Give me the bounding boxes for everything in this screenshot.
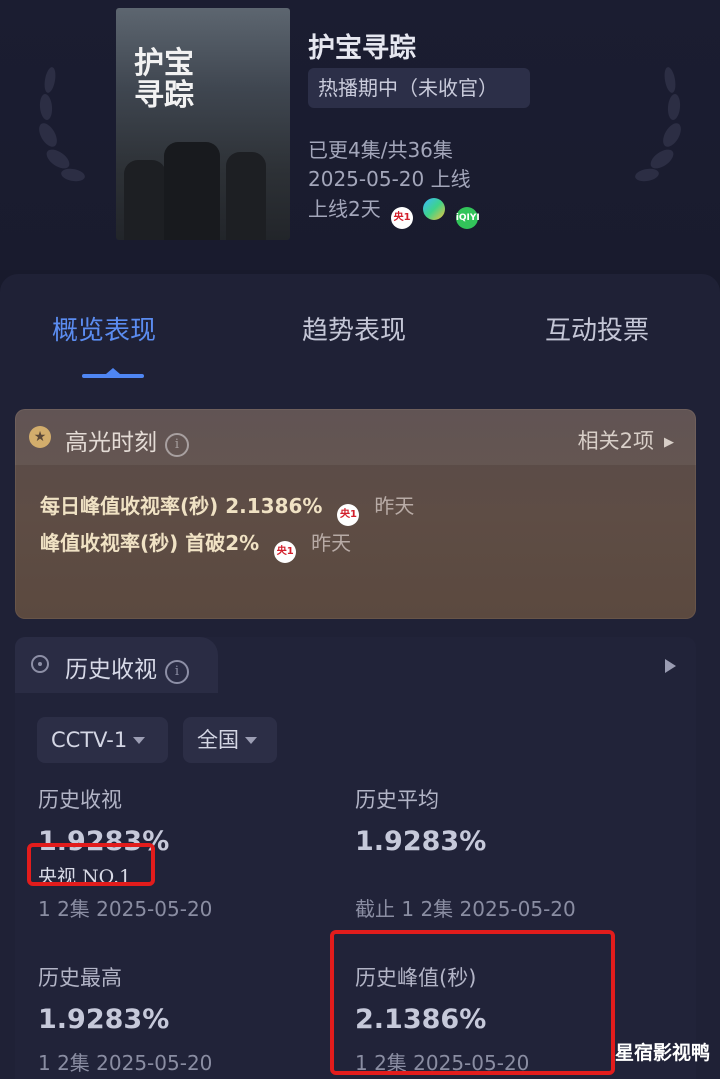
stat-label: 历史平均 [355,788,439,812]
cctv1-icon: 央1 [337,504,360,526]
episode-count: 已更4集/共36集 [308,138,453,162]
stat-highest: 历史最高 1.9283% 1 2集 2025-05-20 [38,962,212,1076]
channel-select-value: CCTV-1 [51,728,128,752]
related-label: 相关2项 [577,429,654,453]
laurel-right-icon [635,67,681,182]
info-icon[interactable]: i [165,433,189,457]
highlight-item[interactable]: 峰值收视率(秒) 首破2% 央1 昨天 [40,527,351,563]
stat-label: 历史收视 [38,788,122,812]
film-reel-icon [31,655,49,673]
tab-active-indicator [82,374,144,378]
history-title-text: 历史收视 [65,657,157,683]
stat-average: 历史平均 1.9283% [355,784,486,857]
online-duration: 上线2天 央1 iQIYI [308,193,480,229]
cctv1-icon: 央1 [274,541,297,563]
stat-sub: 截止 1 2集 2025-05-20 [355,897,576,921]
highlight-item-time: 昨天 [311,531,352,555]
info-icon[interactable]: i [165,660,189,684]
laurel-left-icon [39,67,85,182]
related-link[interactable]: 相关2项 ▶ [578,425,674,455]
stat-sub: 1 2集 2025-05-20 [38,1051,213,1075]
annotation-box-peak [330,930,615,1075]
highlight-item-value: 首破2% [185,531,260,555]
tab-vote[interactable]: 互动投票 [545,310,649,347]
stat-value: 1.9283% [355,826,487,857]
show-title: 护宝寻踪 [308,33,416,64]
iqiyi-icon[interactable]: iQIYI [455,207,480,229]
highlight-item-time: 昨天 [374,494,415,518]
annotation-box-rank [27,843,155,886]
highlight-header[interactable]: ★ 高光时刻 i 相关2项 ▶ [15,409,696,465]
highlight-item[interactable]: 每日峰值收视率(秒) 2.1386% 央1 昨天 [40,490,414,526]
highlight-title-text: 高光时刻 [65,430,157,456]
tab-trend[interactable]: 趋势表现 [302,310,406,347]
watermark: 星宿影视鸭 [614,1042,710,1064]
online-days: 上线2天 [308,197,381,221]
stat-value: 1.9283% [38,1004,170,1035]
tab-overview[interactable]: 概览表现 [52,310,156,347]
stat-average-sub: 截止 1 2集 2025-05-20 [355,893,576,922]
chevron-down-icon [245,737,257,744]
chevron-down-icon [133,737,146,744]
status-badge: 热播期中（未收官） [308,68,530,108]
show-poster[interactable]: 护宝寻踪 [116,8,290,240]
poster-figure [124,160,166,240]
poster-figure [164,142,220,240]
channel-select[interactable]: CCTV-1 [37,717,168,763]
highlight-item-label: 每日峰值收视率(秒) [40,494,219,518]
history-header[interactable]: 历史收视 i [15,637,218,693]
history-title: 历史收视 i [65,650,189,684]
poster-figure [226,152,266,240]
release-date: 2025-05-20 上线 [308,167,471,191]
cctv1-icon[interactable]: 央1 [391,207,414,229]
highlight-title: 高光时刻 i [65,423,189,457]
highlight-item-value: 2.1386% [225,494,323,518]
highlight-card: ★ 高光时刻 i 相关2项 ▶ 每日峰值收视率(秒) 2.1386% 央1 昨天 峰… [15,409,696,619]
play-arrow-icon: ▶ [664,435,674,450]
expand-arrow-icon[interactable] [665,659,676,673]
region-select-value: 全国 [197,728,239,752]
stat-sub: 1 2集 2025-05-20 [38,897,213,921]
highlight-item-label: 峰值收视率(秒) [40,531,179,555]
video-platform-icon[interactable] [423,198,446,220]
poster-title: 护宝寻踪 [134,46,194,113]
stat-history-sub: 1 2集 2025-05-20 [38,893,212,922]
stat-label: 历史最高 [38,966,122,990]
star-icon: ★ [29,426,51,448]
region-select[interactable]: 全国 [183,717,277,763]
show-header: 护宝寻踪 护宝寻踪 热播期中（未收官） 已更4集/共36集 2025-05-20… [0,0,720,270]
